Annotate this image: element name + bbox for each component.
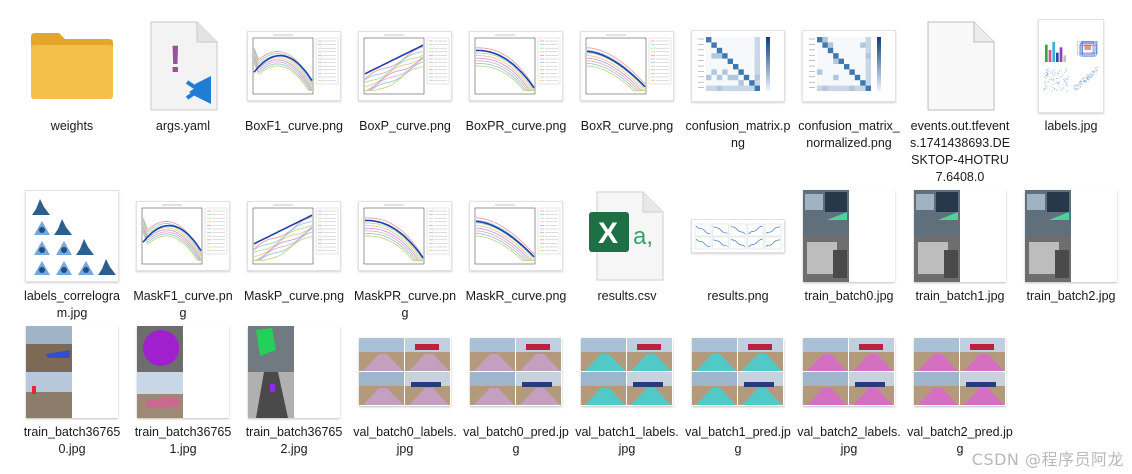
file-item[interactable]: MaskR_curve.png	[462, 188, 570, 305]
file-name: BoxP_curve.png	[352, 118, 458, 135]
file-name: BoxPR_curve.png	[463, 118, 569, 135]
file-item[interactable]: val_batch1_labels.jpg	[573, 324, 681, 458]
yaml-file-icon: !	[133, 18, 233, 114]
file-item[interactable]: labels.jpg	[1017, 18, 1125, 135]
file-item[interactable]: BoxPR_curve.png	[462, 18, 570, 135]
image-thumbnail-icon	[355, 18, 455, 114]
file-name: val_batch0_labels.jpg	[352, 424, 458, 458]
file-name: val_batch0_pred.jpg	[463, 424, 569, 458]
file-item[interactable]: weights	[18, 18, 126, 135]
image-thumbnail-icon	[910, 324, 1010, 420]
file-name: val_batch1_pred.jpg	[685, 424, 791, 458]
file-item[interactable]: train_batch0.jpg	[795, 188, 903, 305]
file-name: MaskP_curve.png	[241, 288, 347, 305]
file-name: results.csv	[574, 288, 680, 305]
image-thumbnail-icon	[22, 188, 122, 284]
image-thumbnail-icon	[244, 324, 344, 420]
file-item[interactable]: results.png	[684, 188, 792, 305]
file-name: val_batch1_labels.jpg	[574, 424, 680, 458]
svg-text:X: X	[598, 217, 618, 250]
file-name: results.png	[685, 288, 791, 305]
folder-icon	[22, 18, 122, 114]
file-item[interactable]: val_batch2_labels.jpg	[795, 324, 903, 458]
file-item[interactable]: X a, results.csv	[573, 188, 681, 305]
file-name: weights	[19, 118, 125, 135]
file-item[interactable]: BoxR_curve.png	[573, 18, 681, 135]
file-name: MaskPR_curve.png	[352, 288, 458, 322]
file-item[interactable]: BoxF1_curve.png	[240, 18, 348, 135]
file-item[interactable]: val_batch0_pred.jpg	[462, 324, 570, 458]
image-thumbnail-icon	[133, 188, 233, 284]
file-name: confusion_matrix.png	[685, 118, 791, 152]
file-name: confusion_matrix_normalized.png	[796, 118, 902, 152]
image-thumbnail-icon	[577, 324, 677, 420]
file-name: labels.jpg	[1018, 118, 1124, 135]
file-item[interactable]: MaskPR_curve.png	[351, 188, 459, 322]
file-item[interactable]: train_batch1.jpg	[906, 188, 1014, 305]
image-thumbnail-icon	[133, 324, 233, 420]
file-name: MaskF1_curve.png	[130, 288, 236, 322]
file-name: labels_correlogram.jpg	[19, 288, 125, 322]
svg-text:a,: a,	[633, 223, 653, 250]
image-thumbnail-icon	[799, 18, 899, 114]
csdn-watermark: CSDN @程序员阿龙	[972, 446, 1124, 470]
image-thumbnail-icon	[244, 18, 344, 114]
file-item[interactable]: val_batch1_pred.jpg	[684, 324, 792, 458]
excel-csv-icon: X a,	[577, 188, 677, 284]
file-item[interactable]: val_batch0_labels.jpg	[351, 324, 459, 458]
image-thumbnail-icon	[22, 324, 122, 420]
file-item[interactable]: events.out.tfevents.1741438693.DESKTOP-4…	[906, 18, 1014, 186]
file-name: train_batch367650.jpg	[19, 424, 125, 458]
image-thumbnail-icon	[466, 324, 566, 420]
image-thumbnail-icon	[688, 18, 788, 114]
svg-text:!: !	[169, 39, 182, 81]
file-item[interactable]: MaskP_curve.png	[240, 188, 348, 305]
file-name: train_batch2.jpg	[1018, 288, 1124, 305]
file-item[interactable]: val_batch2_pred.jpg	[906, 324, 1014, 458]
generic-file-icon	[910, 18, 1010, 114]
file-name: events.out.tfevents.1741438693.DESKTOP-4…	[907, 118, 1013, 186]
file-item[interactable]: MaskF1_curve.png	[129, 188, 237, 322]
image-thumbnail-icon	[466, 188, 566, 284]
image-thumbnail-icon	[799, 324, 899, 420]
file-name: BoxF1_curve.png	[241, 118, 347, 135]
file-name: train_batch1.jpg	[907, 288, 1013, 305]
image-thumbnail-icon	[244, 188, 344, 284]
file-item[interactable]: confusion_matrix.png	[684, 18, 792, 152]
file-name: args.yaml	[130, 118, 236, 135]
file-item[interactable]: train_batch367651.jpg	[129, 324, 237, 458]
file-name: train_batch367651.jpg	[130, 424, 236, 458]
file-name: val_batch2_labels.jpg	[796, 424, 902, 458]
file-item[interactable]: labels_correlogram.jpg	[18, 188, 126, 322]
file-item[interactable]: BoxP_curve.png	[351, 18, 459, 135]
image-thumbnail-icon	[688, 188, 788, 284]
file-name: train_batch0.jpg	[796, 288, 902, 305]
image-thumbnail-icon	[355, 324, 455, 420]
file-name: BoxR_curve.png	[574, 118, 680, 135]
image-thumbnail-icon	[355, 188, 455, 284]
file-name: MaskR_curve.png	[463, 288, 569, 305]
image-thumbnail-icon	[799, 188, 899, 284]
image-thumbnail-icon	[577, 18, 677, 114]
file-item[interactable]: ! args.yaml	[129, 18, 237, 135]
file-grid: weights ! args.yaml BoxF1_curve.png BoxP…	[0, 0, 1132, 474]
file-name: train_batch367652.jpg	[241, 424, 347, 458]
file-item[interactable]: confusion_matrix_normalized.png	[795, 18, 903, 152]
image-thumbnail-icon	[1021, 18, 1121, 114]
file-item[interactable]: train_batch2.jpg	[1017, 188, 1125, 305]
image-thumbnail-icon	[466, 18, 566, 114]
image-thumbnail-icon	[1021, 188, 1121, 284]
file-item[interactable]: train_batch367652.jpg	[240, 324, 348, 458]
image-thumbnail-icon	[910, 188, 1010, 284]
image-thumbnail-icon	[688, 324, 788, 420]
file-item[interactable]: train_batch367650.jpg	[18, 324, 126, 458]
